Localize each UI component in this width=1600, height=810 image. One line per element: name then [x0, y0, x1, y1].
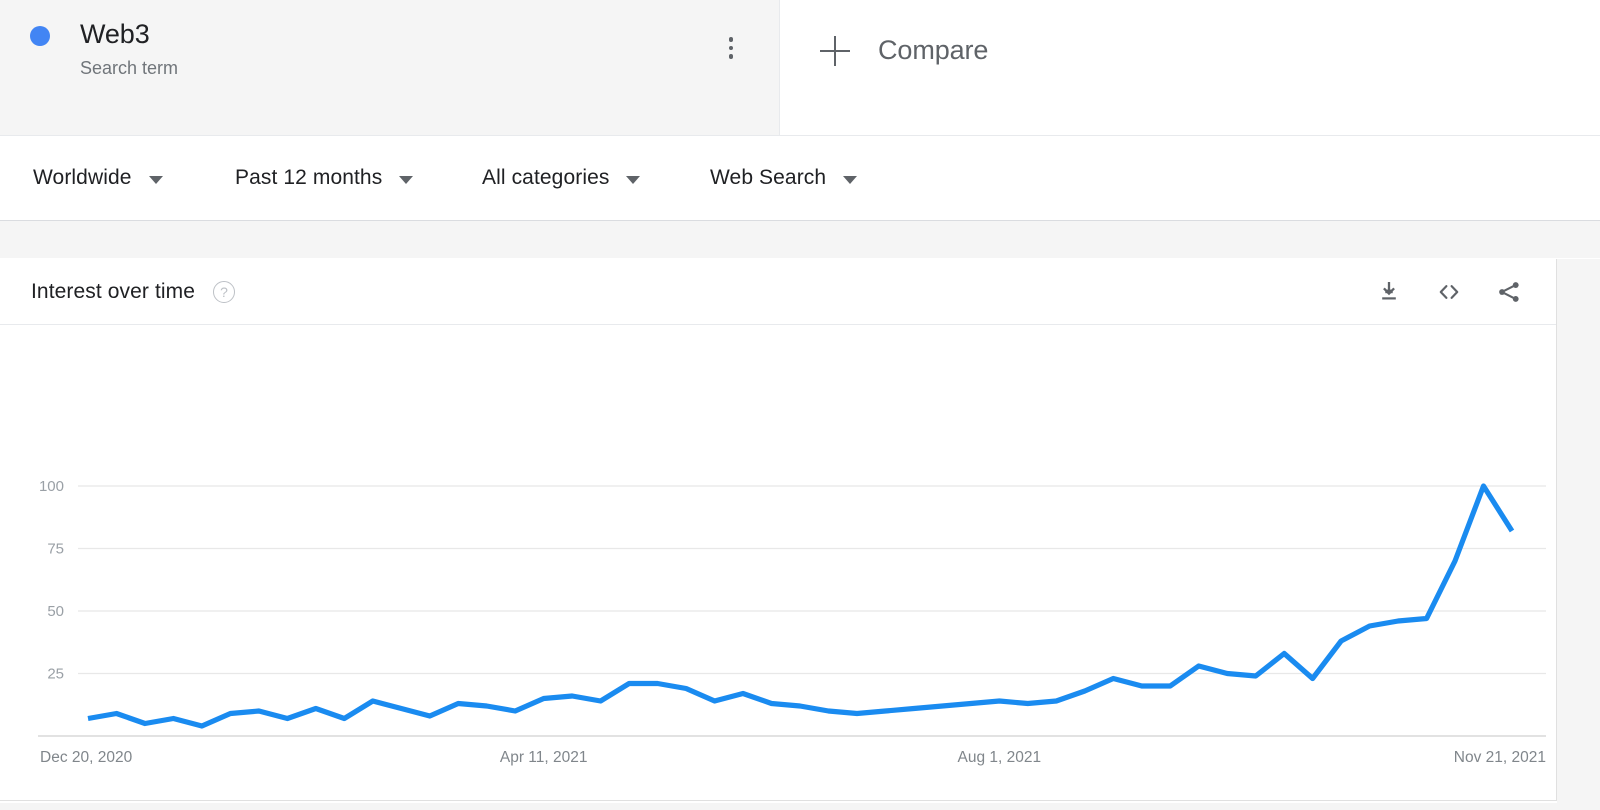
section-spacer	[0, 221, 1600, 258]
search-term-header: Web3 Search term Compare	[0, 0, 1600, 136]
search-term-subtitle: Search term	[80, 55, 178, 81]
x-axis-tick-label: Apr 11, 2021	[500, 749, 588, 766]
download-icon[interactable]	[1372, 275, 1406, 309]
filter-time-range[interactable]: Past 12 months	[235, 164, 413, 192]
chevron-down-icon	[149, 176, 163, 184]
filter-location-label: Worldwide	[33, 164, 132, 192]
embed-code-icon[interactable]	[1432, 275, 1466, 309]
x-axis-tick-label: Aug 1, 2021	[958, 749, 1042, 766]
filter-bar: Worldwide Past 12 months All categories …	[0, 136, 1600, 221]
search-term-card[interactable]: Web3 Search term	[0, 0, 780, 135]
compare-label: Compare	[878, 32, 988, 68]
page-title: Interest over time	[31, 280, 195, 304]
series-line-web3	[88, 486, 1512, 726]
filter-time-range-label: Past 12 months	[235, 164, 382, 192]
filter-search-type[interactable]: Web Search	[710, 164, 857, 192]
page-background-right	[1557, 259, 1600, 810]
interest-over-time-card: Interest over time ?	[0, 259, 1557, 801]
y-axis-tick-label: 25	[47, 666, 64, 683]
help-circle-icon[interactable]: ?	[213, 281, 235, 303]
series-color-dot	[30, 26, 50, 46]
plus-icon	[820, 36, 850, 66]
y-axis-tick-label: 100	[39, 478, 64, 495]
card-header: Interest over time ?	[0, 259, 1556, 325]
y-axis-tick-label: 75	[47, 541, 64, 558]
chevron-down-icon	[626, 176, 640, 184]
interest-over-time-chart[interactable]: 25 50 75 100 Dec 20, 2020 Apr 11, 2021 Aug 1, …	[0, 325, 1556, 799]
filter-search-type-label: Web Search	[710, 164, 826, 192]
add-comparison-button[interactable]: Compare	[780, 0, 1600, 135]
chevron-down-icon	[843, 176, 857, 184]
x-axis-tick-label: Nov 21, 2021	[1454, 749, 1546, 766]
chevron-down-icon	[399, 176, 413, 184]
search-term-title: Web3	[80, 16, 150, 52]
filter-category-label: All categories	[482, 164, 609, 192]
filter-category[interactable]: All categories	[482, 164, 640, 192]
x-axis-tick-label: Dec 20, 2020	[40, 749, 133, 766]
card-action-group	[1372, 275, 1526, 309]
share-icon[interactable]	[1492, 275, 1526, 309]
more-vert-icon[interactable]	[711, 28, 751, 68]
filter-location[interactable]: Worldwide	[33, 164, 163, 192]
chart-svg: 25 50 75 100 Dec 20, 2020 Apr 11, 2021 Aug 1, …	[0, 325, 1556, 799]
page-bottom-edge	[0, 803, 1600, 810]
y-axis-tick-label: 50	[47, 603, 64, 620]
